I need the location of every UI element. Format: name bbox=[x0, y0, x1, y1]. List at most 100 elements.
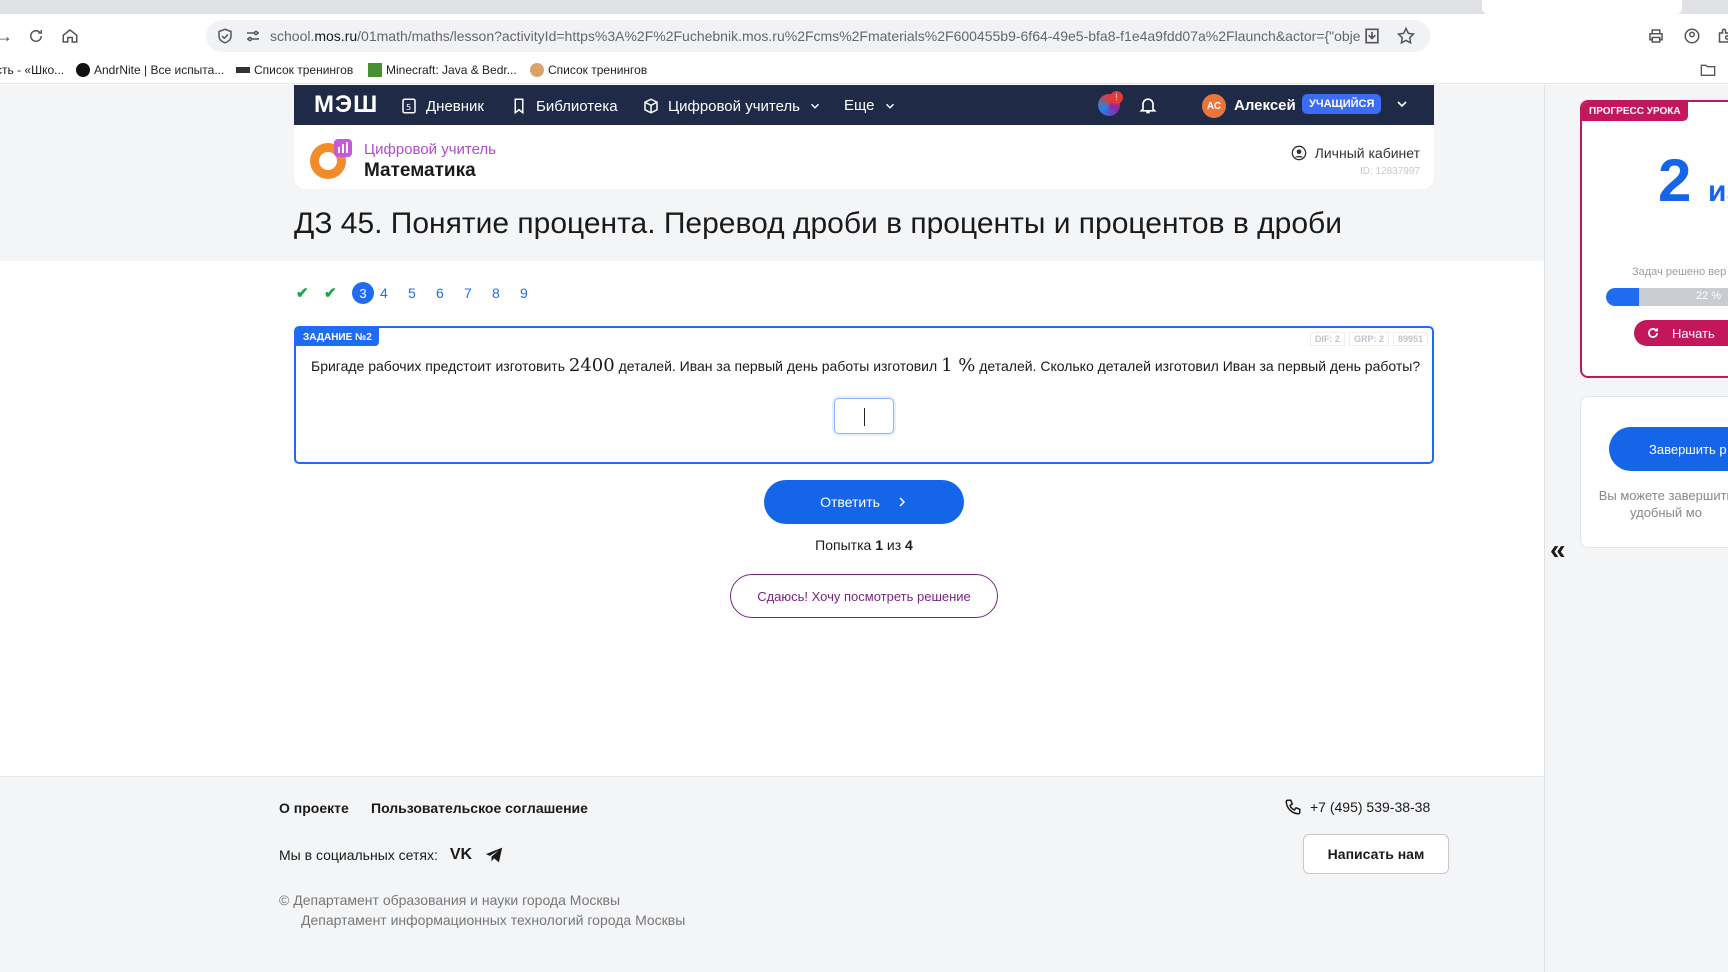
nav-library[interactable]: Библиотека bbox=[510, 97, 618, 115]
bell-icon[interactable] bbox=[1138, 95, 1158, 119]
restart-label: Начать bbox=[1672, 325, 1715, 341]
solved-label: Задач решено вер bbox=[1632, 266, 1727, 278]
footer-link-agreement[interactable]: Пользовательское соглашение bbox=[371, 800, 588, 816]
svg-text:5: 5 bbox=[406, 102, 411, 112]
task-number: 2400 bbox=[568, 355, 615, 376]
task-text-part: деталей. Сколько деталей изготовил Иван … bbox=[979, 358, 1421, 374]
footer-phone-number: +7 (495) 539-38-38 bbox=[1310, 799, 1431, 815]
site-settings-icon[interactable] bbox=[244, 27, 262, 45]
submit-answer-label: Ответить bbox=[820, 494, 880, 510]
task-nav-item[interactable]: 5 bbox=[408, 285, 436, 301]
user-name[interactable]: Алексей bbox=[1234, 97, 1296, 114]
browser-toolbar: → school.mos.ru/01math/maths/lesson?acti… bbox=[0, 14, 1728, 58]
download-page-icon[interactable] bbox=[1362, 26, 1382, 46]
bookmark-item[interactable]: Minecraft: Java & Bedr... bbox=[368, 63, 517, 77]
finish-lesson-card: Завершить р Вы можете завершить удобный … bbox=[1580, 396, 1728, 548]
submit-answer-button[interactable]: Ответить bbox=[764, 480, 964, 524]
nav-library-label: Библиотека bbox=[536, 97, 618, 115]
task-question: Бригаде рабочих предстоит изготовить 240… bbox=[311, 356, 1421, 376]
avatar[interactable]: АС bbox=[1202, 94, 1226, 118]
course-header: Цифровой учитель Математика Личный кабин… bbox=[294, 125, 1434, 189]
footer-phone[interactable]: +7 (495) 539-38-38 bbox=[1284, 798, 1430, 816]
attempt-counter: Попытка 1 из 4 bbox=[815, 537, 913, 553]
finish-lesson-button[interactable]: Завершить р bbox=[1609, 427, 1728, 471]
nav-digital-teacher-label: Цифровой учитель bbox=[668, 97, 800, 115]
task-nav-current-number: 3 bbox=[352, 282, 374, 304]
task-nav-item[interactable]: 6 bbox=[436, 285, 464, 301]
bookmark-item[interactable]: сть - «Шко... bbox=[0, 63, 64, 77]
bookmark-item[interactable]: Список тренингов bbox=[236, 63, 353, 77]
text-caret bbox=[864, 408, 865, 426]
bookmark-item[interactable]: AndrNite | Все испыта... bbox=[76, 63, 224, 77]
bookmark-item[interactable]: Список тренингов bbox=[530, 63, 647, 77]
bookmark-favicon-icon bbox=[236, 67, 250, 73]
chevron-down-icon bbox=[885, 103, 894, 109]
reload-icon[interactable] bbox=[24, 24, 48, 48]
check-icon: ✔ bbox=[324, 285, 337, 302]
mesh-logo[interactable]: МЭШ bbox=[314, 91, 378, 119]
task-nav-item-done[interactable]: ✔ bbox=[324, 284, 352, 302]
nav-digital-teacher[interactable]: Цифровой учитель bbox=[642, 97, 822, 115]
progress-count: 2 из bbox=[1658, 147, 1728, 214]
footer-copyright: © Департамент образования и науки города… bbox=[279, 892, 685, 928]
nav-more-label: Еще bbox=[844, 97, 875, 114]
task-nav-item-done[interactable]: ✔ bbox=[296, 284, 324, 302]
refresh-icon bbox=[1648, 328, 1658, 338]
browser-tabstrip bbox=[0, 0, 1728, 14]
footer-link-about[interactable]: О проекте bbox=[279, 800, 349, 816]
nav-diary[interactable]: 5 Дневник bbox=[400, 97, 484, 115]
check-icon: ✔ bbox=[296, 285, 309, 302]
copyright-icon: © bbox=[279, 892, 290, 908]
home-icon[interactable] bbox=[58, 24, 82, 48]
bookmark-favicon-icon bbox=[76, 63, 90, 77]
page-title: ДЗ 45. Понятие процента. Перевод дроби в… bbox=[294, 207, 1342, 240]
user-circle-icon bbox=[1291, 145, 1307, 161]
apps-icon[interactable]: ! bbox=[1098, 91, 1123, 116]
phone-icon bbox=[1285, 799, 1301, 815]
lesson-progress-card: ПРОГРЕСС УРОКА 2 из Задач решено вер 22 … bbox=[1580, 100, 1728, 378]
task-text-part: Бригаде рабочих предстоит изготовить bbox=[311, 358, 565, 374]
task-nav-item[interactable]: 8 bbox=[492, 285, 520, 301]
social-label: Мы в социальных сетях: bbox=[279, 847, 438, 863]
browser-active-tab[interactable] bbox=[1482, 0, 1682, 14]
url-text[interactable]: school.mos.ru/01math/maths/lesson?activi… bbox=[270, 28, 1360, 44]
personal-cabinet-label: Личный кабинет bbox=[1314, 145, 1420, 161]
bookmark-icon bbox=[514, 98, 524, 115]
task-nav-item[interactable]: 9 bbox=[520, 285, 548, 301]
personal-cabinet-link[interactable]: Личный кабинет bbox=[1291, 145, 1420, 161]
role-badge: УЧАЩИЙСЯ bbox=[1302, 94, 1382, 114]
user-menu-chevron-icon[interactable] bbox=[1394, 96, 1410, 116]
notification-badge: ! bbox=[1110, 91, 1123, 104]
vk-icon[interactable]: VK bbox=[450, 846, 472, 864]
print-icon[interactable] bbox=[1644, 24, 1668, 48]
restart-button[interactable]: Начать bbox=[1634, 320, 1728, 346]
task-percent: 1 % bbox=[941, 355, 976, 376]
extensions-icon[interactable] bbox=[1712, 24, 1728, 48]
bookmark-star-icon[interactable] bbox=[1396, 26, 1416, 46]
task-nav-item-current[interactable]: 3 bbox=[352, 282, 380, 304]
chevron-down-icon bbox=[810, 103, 820, 109]
other-bookmarks-folder-icon[interactable] bbox=[1700, 63, 1716, 77]
task-meta: DIF: 2 GRP: 2 89951 bbox=[1309, 332, 1428, 346]
shield-icon[interactable] bbox=[216, 27, 234, 45]
footer-dept-1: Департамент образования и науки города М… bbox=[293, 892, 621, 908]
account-icon[interactable] bbox=[1680, 24, 1704, 48]
social-links: Мы в социальных сетях: VK bbox=[279, 846, 504, 864]
brand-label: Цифровой учитель bbox=[364, 141, 496, 158]
task-nav-item[interactable]: 4 bbox=[380, 285, 408, 301]
address-bar[interactable]: school.mos.ru/01math/maths/lesson?activi… bbox=[206, 20, 1430, 52]
give-up-button[interactable]: Сдаюсь! Хочу посмотреть решение bbox=[730, 574, 998, 618]
progress-percent: 22 % bbox=[1696, 290, 1722, 302]
answer-input[interactable] bbox=[834, 398, 894, 434]
write-us-button[interactable]: Написать нам bbox=[1303, 834, 1449, 874]
task-nav-item[interactable]: 7 bbox=[464, 285, 492, 301]
telegram-icon[interactable] bbox=[484, 846, 504, 864]
footer-dept-2: Департамент информационных технологий го… bbox=[301, 912, 686, 928]
collapse-panel-icon[interactable]: « bbox=[1550, 534, 1566, 566]
task-group: GRP: 2 bbox=[1348, 332, 1389, 346]
forward-icon[interactable]: → bbox=[0, 24, 16, 48]
task-difficulty: DIF: 2 bbox=[1309, 332, 1345, 346]
nav-more[interactable]: Еще bbox=[844, 97, 897, 114]
finish-note: Вы можете завершить удобный мо bbox=[1598, 488, 1728, 520]
bookmarks-bar: сть - «Шко... AndrNite | Все испыта... С… bbox=[0, 58, 1728, 84]
